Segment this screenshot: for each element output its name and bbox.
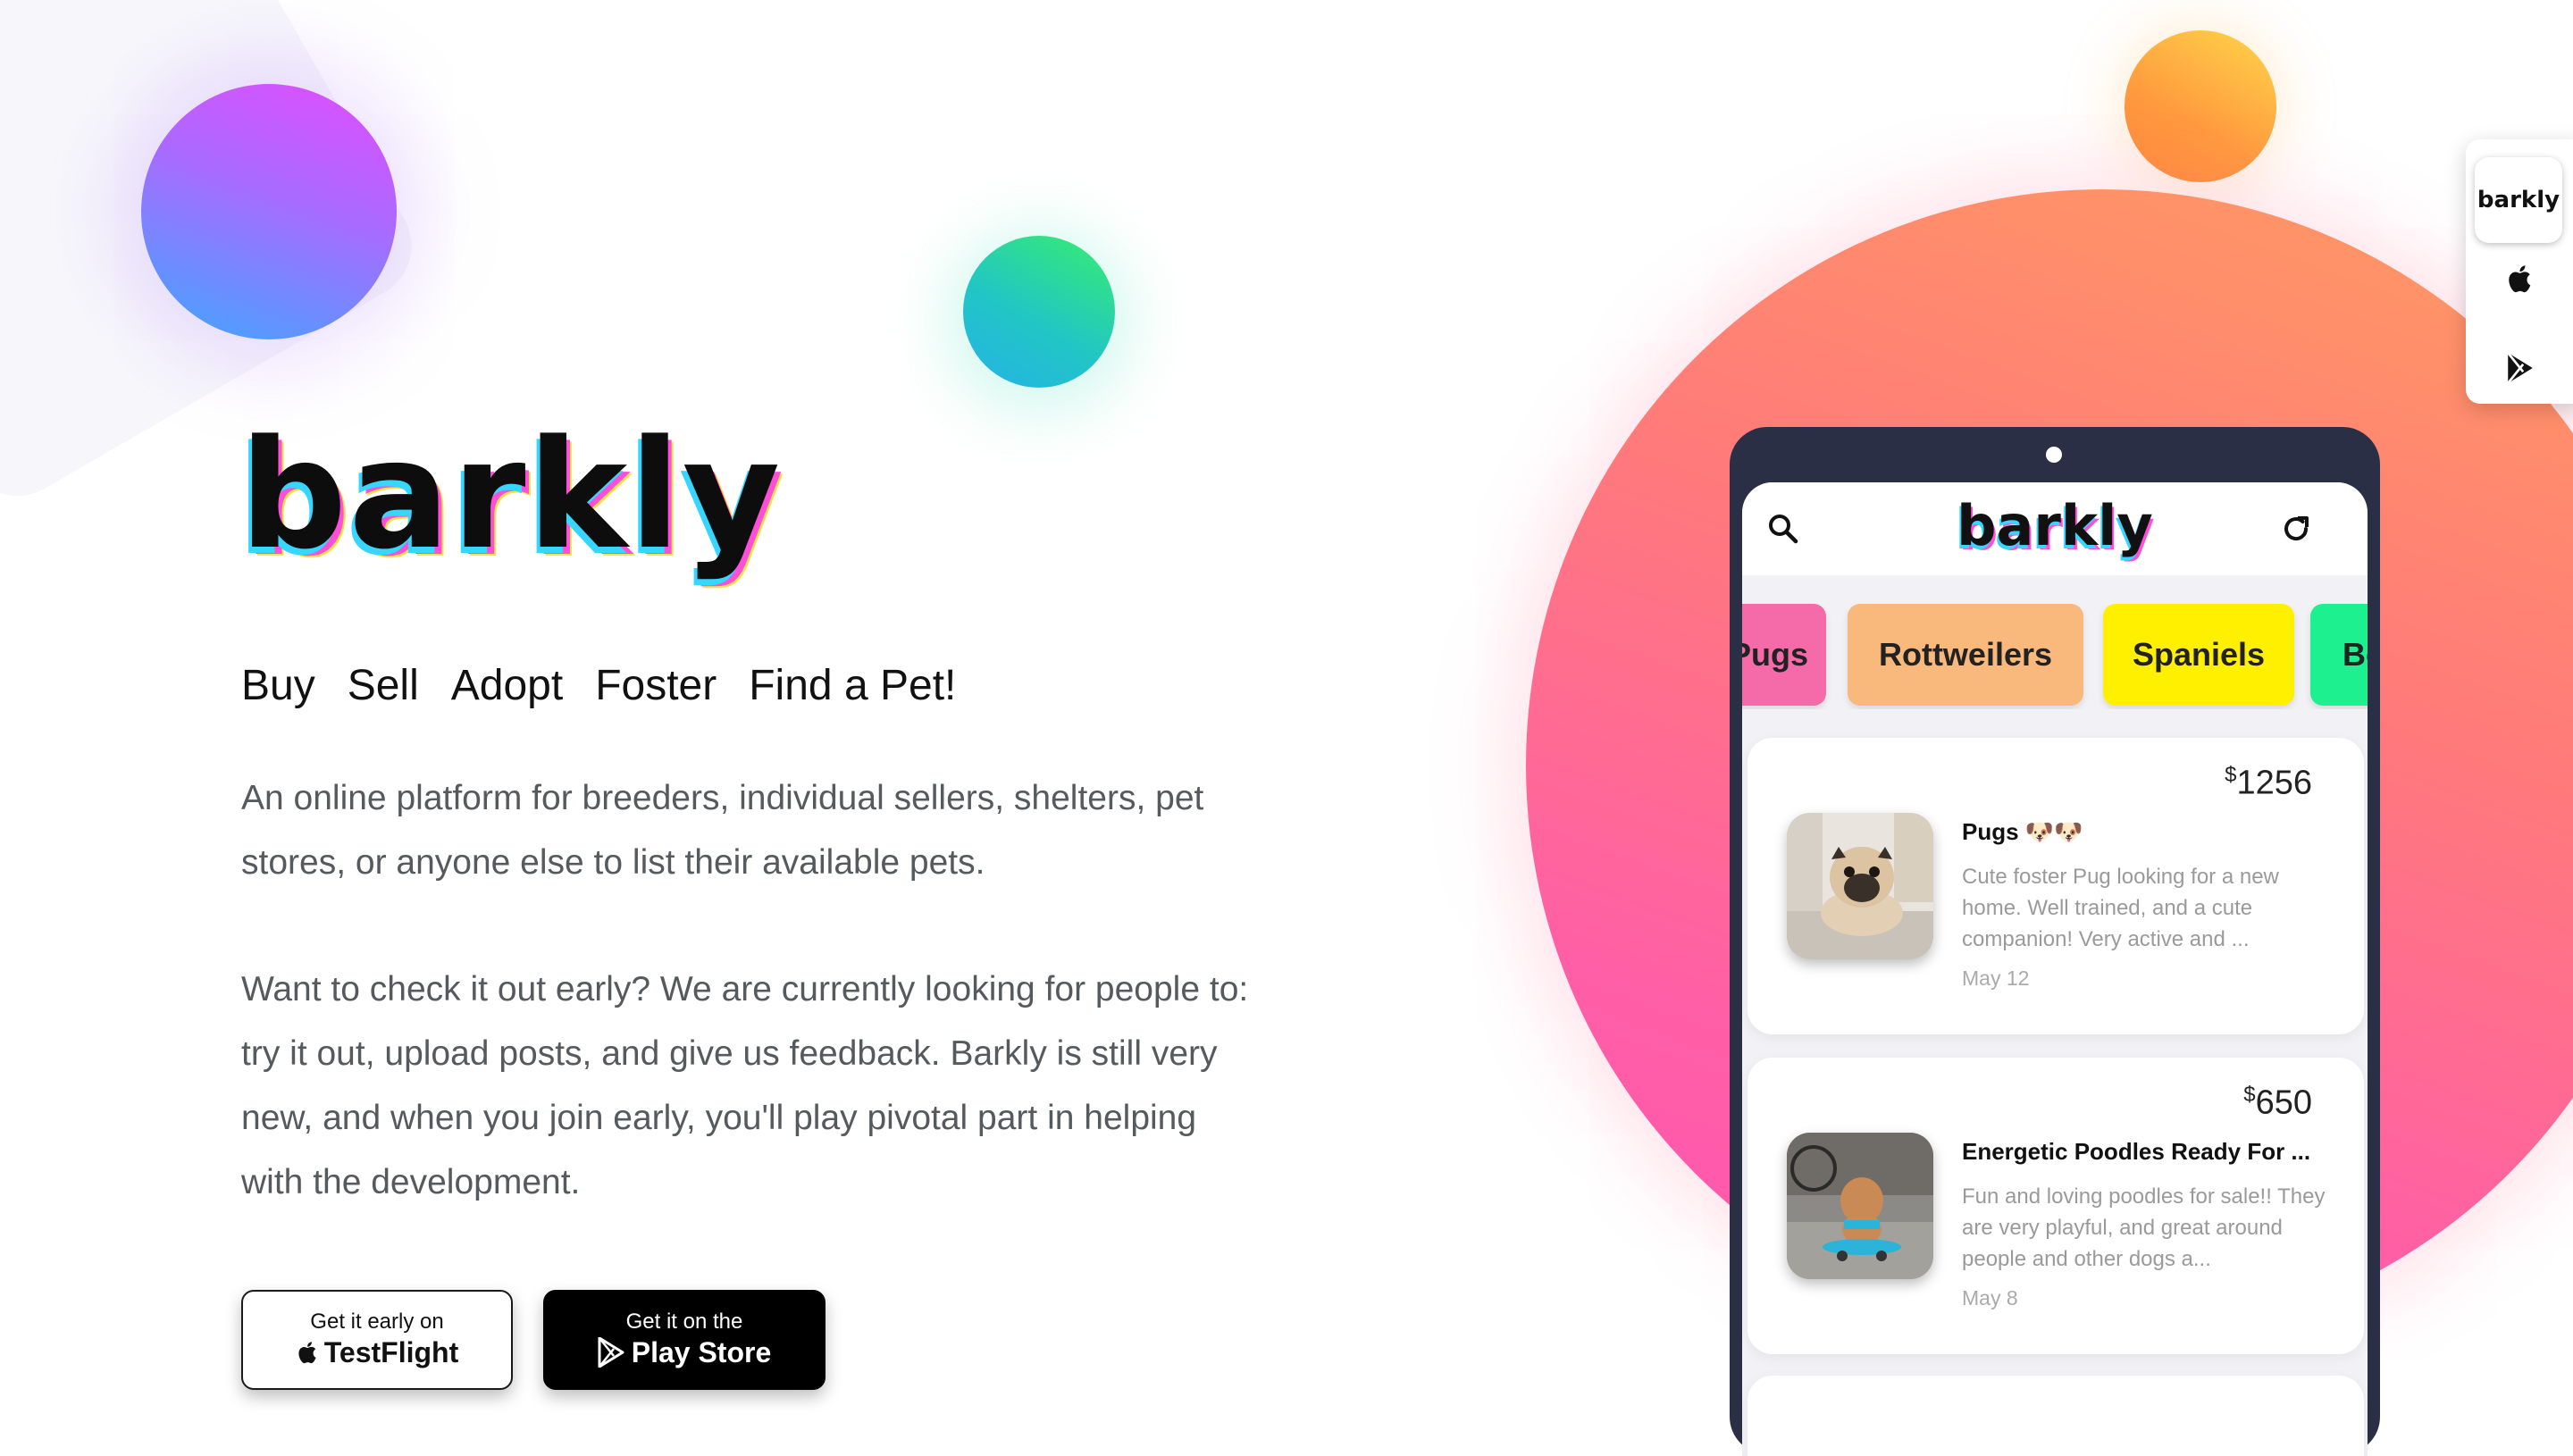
poodle-photo [1787, 1133, 1933, 1279]
floating-side-menu: barkly [2466, 139, 2573, 404]
category-chip-partial[interactable]: Bo [2310, 604, 2368, 706]
category-chip-label: Bo [2343, 636, 2368, 673]
listing-card[interactable]: $650 Energetic Poodles Ready For ... Fun… [1747, 1058, 2364, 1354]
apple-icon [298, 1342, 316, 1364]
phone-camera [2046, 447, 2062, 463]
category-chip-pugs[interactable]: Pugs [1742, 604, 1826, 706]
listing-price: $1256 [2225, 763, 2312, 803]
testflight-button-label: TestFlight [323, 1336, 459, 1368]
decorative-green-orb [963, 236, 1115, 388]
play-store-icon [598, 1337, 624, 1368]
listing-price-value: 650 [2255, 1084, 2312, 1122]
category-chip-label: Pugs [1742, 636, 1808, 673]
nav-item-sell[interactable]: Sell [348, 661, 419, 710]
listing-title: Energetic Poodles Ready For ... [1962, 1138, 2311, 1165]
currency-symbol: $ [2243, 1083, 2256, 1107]
testflight-button[interactable]: Get it early on TestFlight [241, 1290, 513, 1390]
play-store-icon[interactable] [2505, 352, 2535, 384]
side-menu-logo-button[interactable]: barkly [2475, 157, 2562, 243]
nav-tagline: Buy Sell Adopt Foster Find a Pet! [241, 661, 956, 710]
category-chip-rottweilers[interactable]: Rottweilers [1848, 604, 2083, 706]
nav-item-foster[interactable]: Foster [595, 661, 717, 710]
category-chip-label: Rottweilers [1878, 636, 2053, 673]
play-store-button-label: Play Store [631, 1336, 772, 1368]
early-access-paragraph: Want to check it out early? We are curre… [241, 970, 1249, 1201]
listing-description: Cute foster Pug looking for a new home. … [1962, 865, 2279, 951]
listing-date: May 8 [1962, 1286, 2018, 1310]
listing-description: Fun and loving poodles for sale!! They a… [1962, 1184, 2326, 1271]
nav-item-adopt[interactable]: Adopt [451, 661, 563, 710]
category-chip-label: Spaniels [2132, 636, 2266, 673]
currency-symbol: $ [2225, 763, 2237, 787]
play-store-button-main: Play Store [598, 1335, 772, 1370]
refresh-icon[interactable] [2278, 511, 2314, 547]
phone-mockup: barkly Pugs Rottweilers Spaniels Bo [1730, 427, 2380, 1456]
decorative-orange-orb [2125, 30, 2276, 182]
category-chip-spaniels[interactable]: Spaniels [2103, 604, 2294, 706]
play-store-button-subtitle: Get it on the [625, 1310, 743, 1334]
testflight-button-main: TestFlight [296, 1335, 459, 1370]
category-chips: Pugs Rottweilers Spaniels Bo [1742, 604, 2368, 709]
play-store-button[interactable]: Get it on the Play Store [543, 1290, 826, 1390]
testflight-button-subtitle: Get it early on [310, 1310, 444, 1334]
decorative-purple-orb [141, 84, 397, 339]
app-title: barkly [1957, 493, 2153, 558]
apple-icon[interactable] [2505, 263, 2532, 295]
listing-price-value: 1256 [2236, 764, 2312, 802]
app-header: barkly [1742, 482, 2368, 575]
nav-item-buy[interactable]: Buy [241, 661, 315, 710]
listing-title: Pugs 🐶🐶 [1962, 818, 2083, 845]
app-screen: barkly Pugs Rottweilers Spaniels Bo [1742, 482, 2368, 1456]
nav-item-find-a-pet[interactable]: Find a Pet! [749, 661, 956, 710]
description-paragraph: An online platform for breeders, individ… [241, 779, 1204, 882]
listing-price: $650 [2243, 1083, 2312, 1123]
brand-logo: barkly [239, 407, 783, 582]
listing-card[interactable] [1747, 1376, 2364, 1456]
listing-card[interactable]: $1256 Pugs 🐶🐶 Cute foster Pug looking fo… [1747, 738, 2364, 1034]
pug-photo [1787, 813, 1933, 959]
listing-date: May 12 [1962, 966, 2030, 990]
